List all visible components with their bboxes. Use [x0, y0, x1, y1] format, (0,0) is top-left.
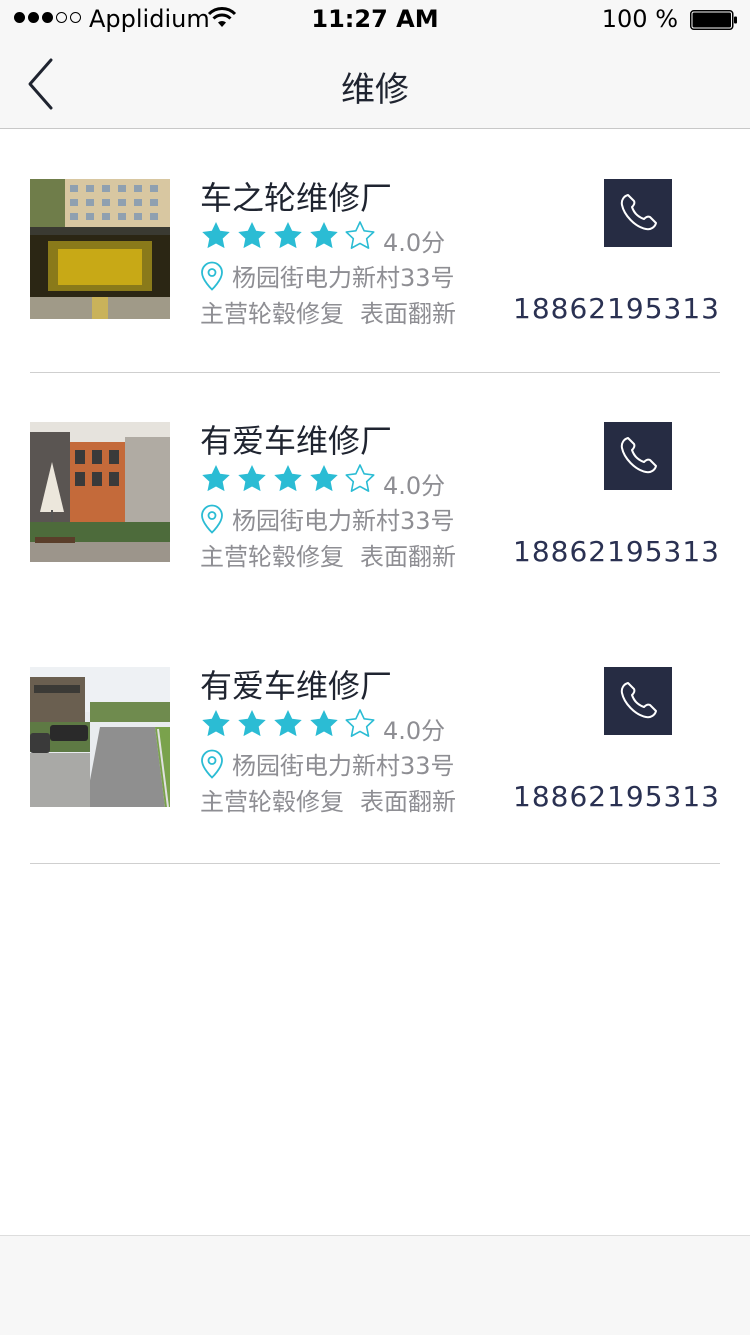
rating-score: 4.0分: [383, 717, 446, 745]
status-bar: Applidium 11:27 AM 100 %: [0, 0, 750, 40]
star-filled-icon: [274, 710, 302, 737]
star-outline-icon: [345, 709, 375, 737]
shop-address: 杨园街电力新村33号: [232, 264, 455, 292]
service-tags: 主营轮毂修复 表面翻新: [200, 782, 456, 817]
address-row: 杨园街电力新村33号: [200, 501, 455, 536]
phone-number[interactable]: 18862195313: [513, 535, 720, 568]
phone-icon: [620, 437, 657, 474]
location-pin-icon: [201, 261, 223, 291]
call-button[interactable]: [604, 422, 672, 490]
parking-road-photo: [30, 667, 170, 807]
service-tag: 主营轮毂修复: [200, 543, 344, 571]
address-row: 杨园街电力新村33号: [200, 258, 455, 293]
star-filled-icon: [238, 465, 266, 492]
shop-name: 车之轮维修厂: [200, 179, 393, 217]
star-outline-icon: [345, 221, 375, 249]
rating-stars: [200, 708, 376, 740]
star-outline-icon: [345, 464, 375, 492]
service-tag: 表面翻新: [360, 788, 456, 816]
battery-percentage: 100 %: [601, 5, 678, 33]
service-tags: 主营轮毂修复 表面翻新: [200, 537, 456, 572]
star-filled-icon: [310, 222, 338, 249]
building-umbrella-photo: [30, 422, 170, 562]
shop-name: 有爱车维修厂: [200, 667, 393, 705]
address-row: 杨园街电力新村33号: [200, 746, 455, 781]
shop-address: 杨园街电力新村33号: [232, 507, 455, 535]
nav-bar: 维修: [0, 40, 750, 129]
star-filled-icon: [310, 710, 338, 737]
service-tag: 主营轮毂修复: [200, 300, 344, 328]
battery-icon: [690, 10, 737, 30]
star-filled-icon: [274, 465, 302, 492]
phone-icon: [620, 682, 657, 719]
star-filled-icon: [274, 222, 302, 249]
star-filled-icon: [202, 710, 230, 737]
location-pin-icon: [201, 749, 223, 779]
star-filled-icon: [310, 465, 338, 492]
service-tag: 表面翻新: [360, 543, 456, 571]
star-filled-icon: [202, 222, 230, 249]
star-filled-icon: [202, 465, 230, 492]
rating-stars: [200, 220, 376, 252]
rating-score: 4.0分: [383, 229, 446, 257]
bottom-bar: [0, 1235, 750, 1335]
page-title: 维修: [341, 70, 409, 110]
rating-score: 4.0分: [383, 472, 446, 500]
location-pin-icon: [201, 504, 223, 534]
list-item[interactable]: 有爱车维修厂 4.0分 杨园街电力新村33号 主营轮毂修复 表面翻新 18862…: [0, 617, 750, 817]
phone-number[interactable]: 18862195313: [513, 292, 720, 325]
service-tags: 主营轮毂修复 表面翻新: [200, 294, 456, 329]
list-item[interactable]: 车之轮维修厂 4.0分 杨园街电力新村33号 主营轮毂修复 表面翻新 18862…: [0, 129, 750, 329]
call-button[interactable]: [604, 179, 672, 247]
service-tag: 主营轮毂修复: [200, 788, 344, 816]
call-button[interactable]: [604, 667, 672, 735]
shop-name: 有爱车维修厂: [200, 422, 393, 460]
list-item[interactable]: 有爱车维修厂 4.0分 杨园街电力新村33号 主营轮毂修复 表面翻新 18862…: [0, 372, 750, 572]
shop-address: 杨园街电力新村33号: [232, 752, 455, 780]
rating-stars: [200, 463, 376, 495]
list-divider: [30, 863, 720, 864]
building-entrance-photo: [30, 179, 170, 319]
phone-icon: [620, 194, 657, 231]
service-tag: 表面翻新: [360, 300, 456, 328]
star-filled-icon: [238, 222, 266, 249]
star-filled-icon: [238, 710, 266, 737]
phone-number[interactable]: 18862195313: [513, 780, 720, 813]
